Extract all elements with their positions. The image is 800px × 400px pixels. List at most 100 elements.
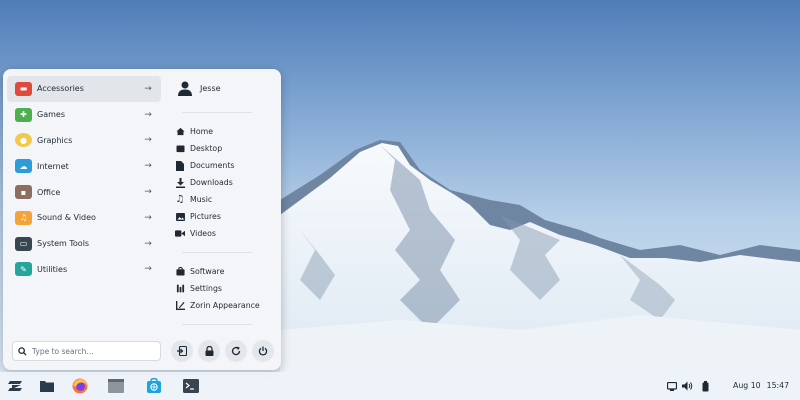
music-icon: ♫ <box>175 194 185 205</box>
place-label: Desktop <box>190 144 223 153</box>
clock-time: 15:47 <box>766 381 790 390</box>
appearance-icon <box>175 301 185 311</box>
system-label: Settings <box>190 284 222 293</box>
place-label: Downloads <box>190 178 233 187</box>
place-pictures[interactable]: Pictures <box>175 209 221 224</box>
category-label: Graphics <box>37 135 73 145</box>
system-label: Software <box>190 267 225 276</box>
palette-icon: ● <box>15 133 32 148</box>
place-label: Home <box>190 127 214 136</box>
terminal-icon <box>183 379 199 393</box>
arrow-right-icon: → <box>144 135 152 146</box>
volume-button[interactable] <box>681 380 693 392</box>
category-accessories[interactable]: ▬ Accessories → <box>7 76 161 102</box>
toolbox-icon: ▬ <box>15 81 32 96</box>
battery-icon <box>702 380 708 391</box>
category-label: Utilities <box>37 264 68 274</box>
system-software[interactable]: Software <box>175 264 224 279</box>
category-label: Office <box>37 187 61 197</box>
software-store-button[interactable] <box>144 376 164 396</box>
category-label: Accessories <box>37 84 84 94</box>
media-icon: ♫ <box>15 210 32 225</box>
software-store-icon <box>147 378 161 393</box>
battery-button[interactable] <box>699 380 711 392</box>
search-box[interactable] <box>12 341 161 361</box>
settings-icon <box>175 284 185 294</box>
search-input[interactable] <box>32 346 152 356</box>
place-home[interactable]: Home <box>175 124 213 139</box>
arrow-right-icon: → <box>144 83 152 94</box>
taskbar: Aug 10 15:47 <box>0 372 800 400</box>
arrow-right-icon: → <box>144 161 152 172</box>
place-music[interactable]: ♫ Music <box>175 192 213 207</box>
power-icon <box>258 346 268 356</box>
category-label: Sound & Video <box>37 213 96 223</box>
system-zorin-appearance[interactable]: Zorin Appearance <box>175 298 260 313</box>
divider <box>182 324 252 325</box>
arrow-right-icon: → <box>144 109 152 120</box>
files-icon <box>40 381 54 392</box>
divider <box>182 252 252 253</box>
zorin-menu-icon <box>8 381 22 391</box>
documents-icon <box>175 160 185 171</box>
search-icon <box>18 346 27 356</box>
category-label: Games <box>37 110 65 120</box>
firefox-button[interactable] <box>70 376 90 396</box>
category-list: ▬ Accessories → ✚ Games → ● Graphics → ☁… <box>7 76 161 282</box>
logout-icon <box>177 346 187 356</box>
category-internet[interactable]: ☁ Internet → <box>7 153 161 179</box>
zorin-menu-button[interactable] <box>6 376 26 396</box>
monitor-icon: ▭ <box>15 236 32 251</box>
category-label: System Tools <box>37 239 90 249</box>
arrow-right-icon: → <box>144 238 152 249</box>
cloud-icon: ☁ <box>15 159 32 174</box>
restart-icon <box>231 346 241 356</box>
home-icon <box>175 127 185 137</box>
user-name: Jesse <box>200 83 221 93</box>
place-label: Pictures <box>190 212 221 221</box>
briefcase-icon: ▪ <box>15 185 32 200</box>
videos-icon <box>175 229 185 239</box>
logout-button[interactable] <box>171 340 193 362</box>
power-button[interactable] <box>252 340 274 362</box>
downloads-icon <box>175 177 185 188</box>
file-manager-button[interactable] <box>106 376 126 396</box>
user-icon <box>178 81 192 96</box>
category-games[interactable]: ✚ Games → <box>7 102 161 128</box>
utilities-icon: ✎ <box>15 262 32 277</box>
place-desktop[interactable]: Desktop <box>175 141 222 156</box>
category-office[interactable]: ▪ Office → <box>7 179 161 205</box>
category-utilities[interactable]: ✎ Utilities → <box>7 257 161 283</box>
display-button[interactable] <box>666 380 678 392</box>
clock-date: Aug 10 <box>733 381 761 390</box>
arrow-right-icon: → <box>144 187 152 198</box>
arrow-right-icon: → <box>144 212 152 223</box>
desktop-icon <box>175 144 185 154</box>
arrow-right-icon: → <box>144 264 152 275</box>
firefox-icon <box>72 378 88 394</box>
place-documents[interactable]: Documents <box>175 158 234 173</box>
files-button[interactable] <box>37 376 57 396</box>
terminal-button[interactable] <box>181 376 201 396</box>
start-menu: ▬ Accessories → ✚ Games → ● Graphics → ☁… <box>3 69 281 370</box>
user-button[interactable]: Jesse <box>177 80 221 96</box>
category-label: Internet <box>37 161 69 171</box>
category-system-tools[interactable]: ▭ System Tools → <box>7 231 161 257</box>
lock-button[interactable] <box>198 340 220 362</box>
place-downloads[interactable]: Downloads <box>175 175 233 190</box>
restart-button[interactable] <box>225 340 247 362</box>
place-label: Music <box>190 195 213 204</box>
system-settings[interactable]: Settings <box>175 281 222 296</box>
divider <box>182 112 252 113</box>
clock[interactable]: Aug 10 15:47 <box>733 381 795 390</box>
pictures-icon <box>175 212 185 222</box>
place-label: Documents <box>190 161 235 170</box>
display-icon <box>667 381 677 391</box>
software-icon <box>175 267 185 277</box>
category-sound-video[interactable]: ♫ Sound & Video → <box>7 205 161 231</box>
category-graphics[interactable]: ● Graphics → <box>7 128 161 154</box>
volume-icon <box>681 381 692 391</box>
lock-icon <box>205 346 213 356</box>
place-videos[interactable]: Videos <box>175 226 216 241</box>
file-manager-icon <box>108 379 124 393</box>
